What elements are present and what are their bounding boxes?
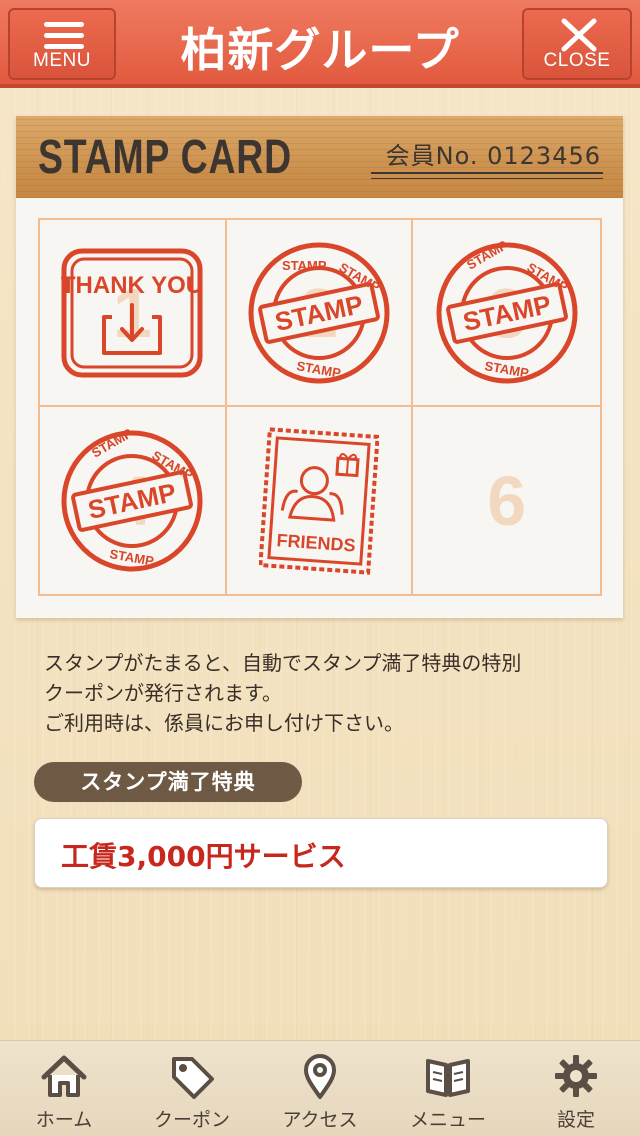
gear-icon [512, 1053, 640, 1101]
home-icon [0, 1053, 128, 1101]
hamburger-icon [10, 18, 114, 52]
stamp-cell-5: 5 FRIENDS [227, 407, 414, 594]
tab-label: アクセス [282, 1109, 358, 1131]
bottom-tab-bar: ホーム クーポン アクセス メニュー 設定 [0, 1040, 640, 1136]
reward-label-pill: スタンプ満了特典 [34, 762, 302, 802]
stamp-cell-2: 2 STAMP STAMP STAMP STAMP [226, 220, 414, 407]
close-button-label: CLOSE [543, 50, 611, 71]
reward-box: 工賃3,000円サービス [34, 818, 608, 888]
stamp-cell-3: 3 STAMP STAMP STAMP STAMP [413, 220, 600, 407]
tab-label: メニュー [409, 1109, 486, 1131]
app-title: 柏新グループ [180, 23, 460, 77]
stamp-cell-4: 4 STAMP STAMP STAMP STAMP [40, 407, 227, 594]
member-number-value: 0123456 [487, 142, 601, 170]
description-line: スタンプがたまると、自動でスタンプ満了特典の特別 [44, 651, 522, 675]
stamp-grid: 1 THANK YOU 2 STAMP STAMP [38, 218, 602, 596]
member-underline [371, 172, 603, 174]
circle-stamp-icon: STAMP STAMP STAMP STAMP [248, 242, 390, 383]
menu-button[interactable]: MENU [8, 8, 116, 80]
stamp-card: STAMP CARD 会員No. 0123456 1 THANK YOU 2 [16, 116, 623, 618]
tag-icon [128, 1053, 256, 1101]
tab-label: クーポン [153, 1109, 230, 1131]
tab-home[interactable]: ホーム [0, 1041, 128, 1136]
tab-label: ホーム [35, 1109, 93, 1131]
friends-stamp-icon: FRIENDS [258, 426, 379, 575]
menu-button-label: MENU [33, 50, 91, 71]
tab-settings[interactable]: 設定 [512, 1041, 640, 1136]
tab-label: 設定 [556, 1109, 595, 1131]
description-line: クーポンが発行されます。 [44, 681, 282, 705]
app-header: MENU 柏新グループ CLOSE [0, 0, 640, 88]
stamp-card-title: STAMP CARD [38, 131, 292, 184]
stamp-cell-1: 1 THANK YOU [40, 220, 227, 407]
member-underline-thin [371, 178, 603, 179]
book-icon [384, 1053, 512, 1101]
member-label: 会員No. [385, 142, 479, 170]
reward-text: 工賃3,000円サービス [61, 840, 346, 873]
thank-you-stamp-icon: THANK YOU [61, 248, 203, 377]
circle-stamp-icon: STAMP STAMP STAMP STAMP [61, 428, 203, 571]
map-pin-icon [256, 1053, 384, 1101]
stamp-card-header: STAMP CARD 会員No. 0123456 [16, 116, 623, 198]
tab-menu[interactable]: メニュー [384, 1041, 512, 1136]
tab-coupon[interactable]: クーポン [128, 1041, 256, 1136]
stamp-description: スタンプがたまると、自動でスタンプ満了特典の特別 クーポンが発行されます。 ご利… [44, 648, 604, 738]
tab-access[interactable]: アクセス [256, 1041, 384, 1136]
description-line: ご利用時は、係員にお申し付け下さい。 [44, 711, 404, 735]
circle-stamp-icon: STAMP STAMP STAMP STAMP [436, 240, 578, 383]
stamp-cell-number: 6 [487, 461, 527, 540]
stamp-cell-6: 6 [413, 407, 600, 594]
member-number: 会員No. 0123456 [386, 136, 601, 171]
svg-text:STAMP: STAMP [282, 258, 327, 273]
stamp-text: THANK YOU [61, 272, 203, 299]
close-button[interactable]: CLOSE [522, 8, 632, 80]
close-icon [524, 18, 630, 52]
